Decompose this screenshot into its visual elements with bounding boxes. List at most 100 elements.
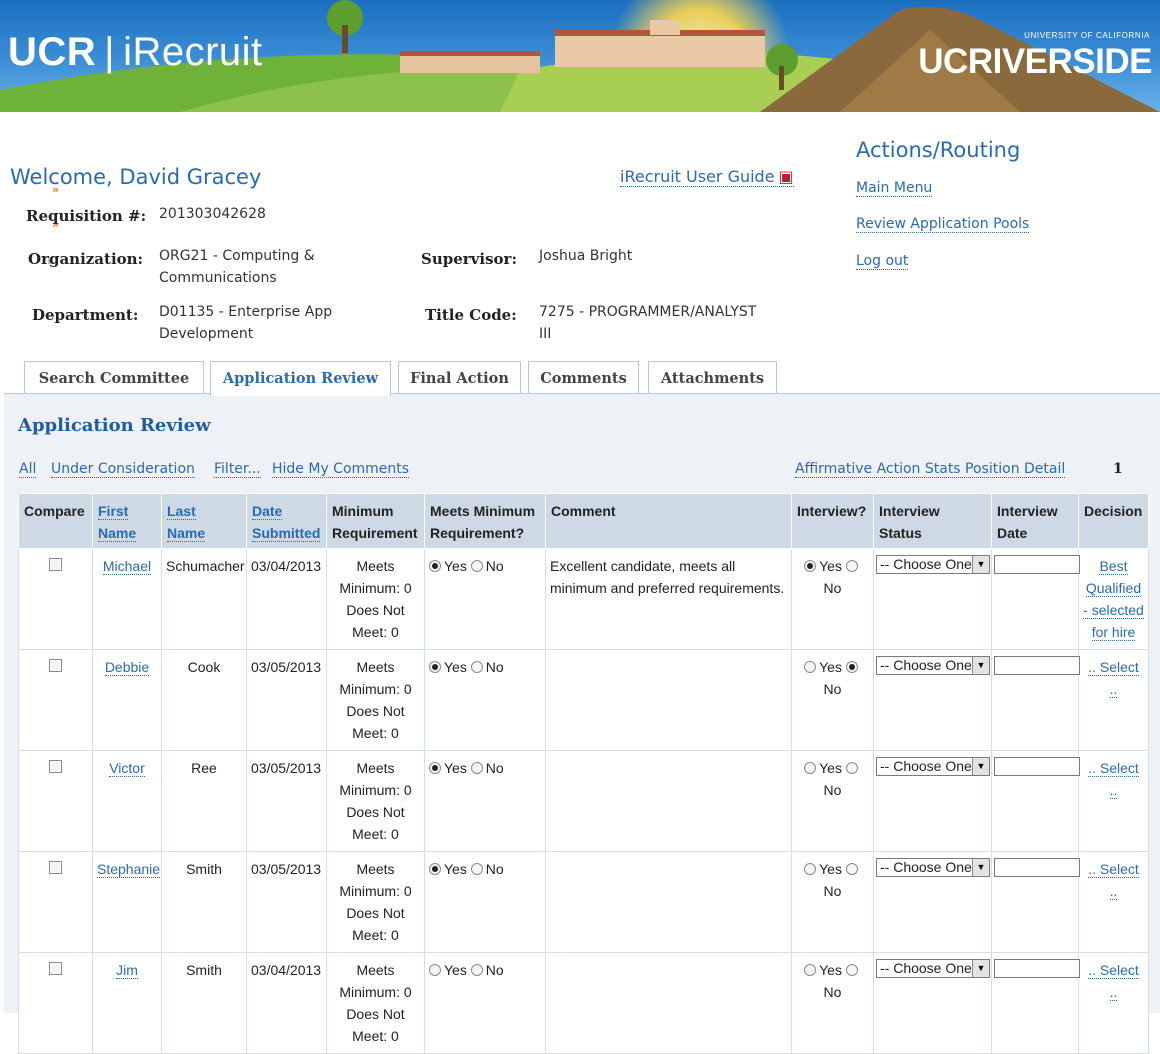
interview-yes-radio[interactable] xyxy=(804,863,817,875)
compare-checkbox[interactable] xyxy=(49,962,62,975)
applicant-first-name-link[interactable]: Stephanie xyxy=(97,861,161,878)
min-req-line3: Does Not xyxy=(346,602,405,618)
chevron-down-icon[interactable]: ▼ xyxy=(972,556,989,573)
interview-no-radio[interactable] xyxy=(845,661,858,673)
compare-checkbox[interactable] xyxy=(49,760,62,773)
col-date-submitted[interactable]: Date Submitted xyxy=(246,493,327,549)
col-compare: Compare xyxy=(18,493,93,549)
tab-comments[interactable]: Comments xyxy=(528,361,639,394)
tab-final-action[interactable]: Final Action xyxy=(398,361,521,394)
first-name-sort-link[interactable]: First xyxy=(98,503,129,520)
log-out-link[interactable]: Log out xyxy=(856,253,909,270)
user-guide-link[interactable]: iRecruit User Guide ▣ xyxy=(620,167,794,187)
meets-no-radio[interactable] xyxy=(470,661,483,673)
chevron-down-icon[interactable]: ▼ xyxy=(972,657,989,674)
applicant-first-name-link[interactable]: Debbie xyxy=(104,659,150,676)
page-number[interactable]: 1 xyxy=(1113,461,1123,477)
filter-under-consideration-link[interactable]: Under Consideration xyxy=(51,461,195,478)
interview-status-select[interactable]: -- Choose One -- ▼ xyxy=(876,656,990,675)
interview-status-select[interactable]: -- Choose One -- ▼ xyxy=(876,555,990,574)
comment-cell xyxy=(545,851,792,953)
last-name-cell: Schumacher xyxy=(161,548,247,650)
meets-no-radio[interactable] xyxy=(470,863,483,875)
interview-date-input[interactable] xyxy=(994,656,1080,675)
interview-yes-radio[interactable] xyxy=(804,560,817,572)
tab-attachments[interactable]: Attachments xyxy=(648,361,777,394)
decision-link[interactable]: .. Select .. xyxy=(1088,659,1139,698)
meets-yes-radio[interactable] xyxy=(429,762,441,774)
interview-date-input[interactable] xyxy=(994,757,1080,776)
chevron-down-icon[interactable]: ▼ xyxy=(972,859,989,876)
interview-status-selected: -- Choose One -- xyxy=(880,657,986,673)
decision-link[interactable]: .. Select .. xyxy=(1088,760,1139,799)
compare-checkbox[interactable] xyxy=(49,558,62,571)
compare-checkbox[interactable] xyxy=(49,861,62,874)
meets-yes-radio[interactable] xyxy=(429,863,441,875)
interview-no-radio[interactable] xyxy=(845,964,858,976)
department-label: Department: xyxy=(32,306,139,324)
applicant-first-name-link[interactable]: Michael xyxy=(102,558,152,575)
col-last-name[interactable]: Last Name xyxy=(161,493,247,549)
min-req-line2: Minimum: 0 xyxy=(339,782,412,798)
last-name-sort-link-line2[interactable]: Name xyxy=(167,525,206,542)
compare-checkbox[interactable] xyxy=(49,659,62,672)
meets-no-radio[interactable] xyxy=(470,762,483,774)
interview-no-radio[interactable] xyxy=(845,762,858,774)
main-menu-link[interactable]: Main Menu xyxy=(856,180,933,197)
supervisor-label: Supervisor: xyxy=(421,250,517,268)
min-req-line4: Meet: 0 xyxy=(352,624,399,640)
tab-application-review[interactable]: Application Review xyxy=(210,361,391,396)
interview-status-select[interactable]: -- Choose One -- ▼ xyxy=(876,959,990,978)
min-req-line3: Does Not xyxy=(346,905,405,921)
meets-yes-radio[interactable] xyxy=(429,560,441,572)
interview-date-input[interactable] xyxy=(994,959,1080,978)
interview-no-radio[interactable] xyxy=(845,560,858,572)
applicant-first-name-link[interactable]: Jim xyxy=(116,962,138,979)
meets-no-radio[interactable] xyxy=(470,964,483,976)
interview-yes-radio[interactable] xyxy=(804,762,817,774)
meets-yes-radio[interactable] xyxy=(429,964,441,976)
department-value-line2: Development xyxy=(159,326,254,342)
interview-date-input[interactable] xyxy=(994,555,1080,574)
review-application-pools-link[interactable]: Review Application Pools xyxy=(856,216,1030,233)
affirmative-action-stats-link[interactable]: Affirmative Action Stats Position Detail xyxy=(795,461,1066,478)
meets-no-label: No xyxy=(485,760,504,776)
first-name-sort-link-line2[interactable]: Name xyxy=(98,525,137,542)
min-req-line4: Meet: 0 xyxy=(352,927,399,943)
table-row: Jim Smith 03/04/2013 Meets Minimum: 0 Does No… xyxy=(18,952,1149,1054)
date-sort-link-line2[interactable]: Submitted xyxy=(252,525,321,542)
date-sort-link[interactable]: Date xyxy=(252,503,283,520)
min-req-line1: Meets xyxy=(356,659,395,675)
chevron-down-icon[interactable]: ▼ xyxy=(972,758,989,775)
user-guide-label: iRecruit User Guide xyxy=(620,167,775,186)
applicant-first-name-link[interactable]: Victor xyxy=(109,760,145,777)
interview-status-select[interactable]: -- Choose One -- ▼ xyxy=(876,757,990,776)
min-req-line2: Minimum: 0 xyxy=(339,580,412,596)
filter-all-link[interactable]: All xyxy=(19,461,37,478)
interview-date-cell xyxy=(991,851,1080,953)
interview-yes-radio[interactable] xyxy=(804,964,817,976)
requisition-label: Requisition #: xyxy=(26,207,147,225)
tab-search-committee[interactable]: Search Committee xyxy=(24,361,204,394)
col-first-name[interactable]: First Name xyxy=(92,493,162,549)
interview-date-input[interactable] xyxy=(994,858,1080,877)
interview-status-selected: -- Choose One -- xyxy=(880,556,986,572)
last-name-sort-link[interactable]: Last xyxy=(167,503,196,520)
interview-status-select[interactable]: -- Choose One -- ▼ xyxy=(876,858,990,877)
decision-link[interactable]: .. Select .. xyxy=(1088,962,1139,1001)
meets-yes-label: Yes xyxy=(444,962,467,978)
min-req-line3: Does Not xyxy=(346,804,405,820)
filter-menu-link[interactable]: Filter... xyxy=(214,461,261,478)
interview-no-radio[interactable] xyxy=(845,863,858,875)
decision-link[interactable]: Best Qualified - selected for hire xyxy=(1083,558,1144,641)
min-req-line2: Minimum: 0 xyxy=(339,984,412,1000)
app-brand[interactable]: UCR | iRecruit xyxy=(8,30,263,75)
hide-my-comments-link[interactable]: Hide My Comments xyxy=(272,461,410,478)
meets-yes-radio[interactable] xyxy=(429,661,441,673)
meets-yes-label: Yes xyxy=(444,760,467,776)
interview-yes-radio[interactable] xyxy=(804,661,817,673)
chevron-down-icon[interactable]: ▼ xyxy=(972,960,989,977)
ucr-riverside-logo[interactable]: UCRIVERSIDE xyxy=(918,42,1152,82)
decision-link[interactable]: .. Select .. xyxy=(1088,861,1139,900)
meets-no-radio[interactable] xyxy=(470,560,483,572)
